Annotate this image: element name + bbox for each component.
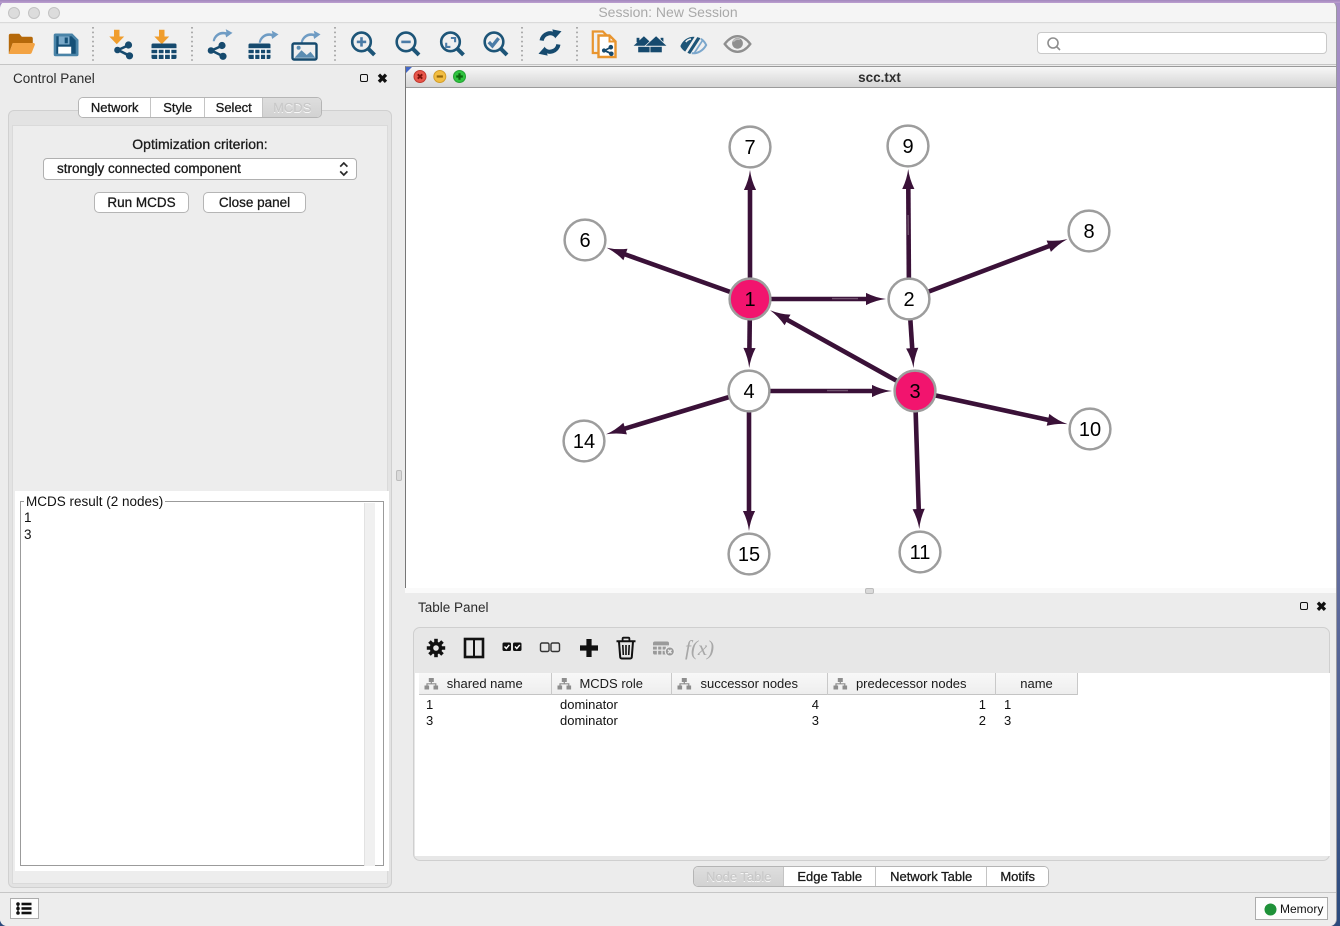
svg-text:4: 4: [743, 381, 754, 403]
svg-text:9: 9: [902, 136, 913, 158]
svg-text:8: 8: [1083, 221, 1094, 243]
svg-text:6: 6: [579, 230, 590, 252]
svg-text:7: 7: [744, 137, 755, 159]
svg-text:1: 1: [744, 289, 755, 311]
svg-text:f(x): f(x): [685, 636, 714, 660]
svg-text:11: 11: [910, 542, 931, 564]
svg-text:15: 15: [738, 544, 760, 566]
svg-text:14: 14: [573, 431, 595, 453]
svg-text:3: 3: [909, 381, 920, 403]
svg-text:2: 2: [903, 289, 914, 311]
svg-text:10: 10: [1079, 419, 1101, 441]
